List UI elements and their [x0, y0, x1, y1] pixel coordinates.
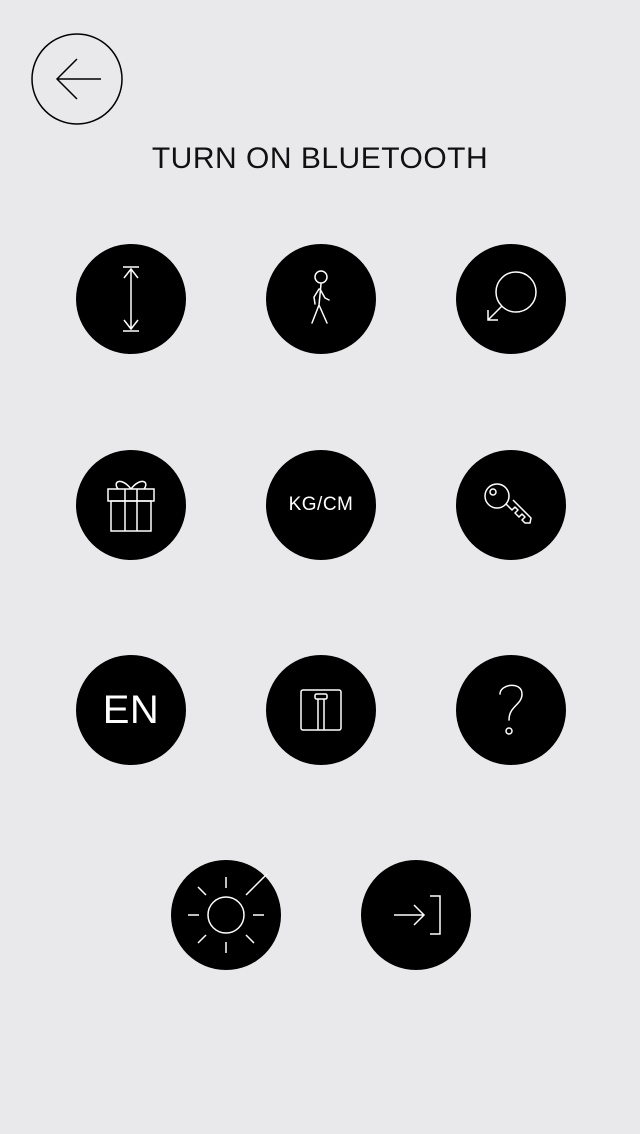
key-icon [484, 483, 532, 524]
help-button[interactable] [456, 655, 566, 765]
bathroom-scale-icon [300, 689, 342, 731]
page-title: TURN ON BLUETOOTH [151, 142, 489, 175]
question-mark-icon [499, 684, 523, 735]
vertical-double-arrow-icon [123, 266, 139, 332]
height-button[interactable] [76, 244, 186, 354]
walking-person-icon [311, 270, 330, 324]
search-refresh-icon [487, 271, 537, 321]
search-device-button[interactable] [456, 244, 566, 354]
sign-in-arrow-icon [394, 895, 441, 935]
units-button[interactable]: KG/CM [266, 450, 376, 560]
language-button[interactable]: EN [76, 655, 186, 765]
brightness-button[interactable] [171, 860, 281, 970]
units-label: KG/CM [288, 494, 354, 515]
scale-button[interactable] [266, 655, 376, 765]
login-button[interactable] [361, 860, 471, 970]
key-button[interactable] [456, 450, 566, 560]
gift-button[interactable] [76, 450, 186, 560]
gift-icon [107, 480, 155, 532]
back-button[interactable] [31, 33, 123, 125]
language-label: EN [102, 687, 160, 732]
walking-mode-button[interactable] [266, 244, 376, 354]
arrow-left-circle-icon [31, 33, 123, 125]
sun-brightness-icon [188, 873, 268, 953]
